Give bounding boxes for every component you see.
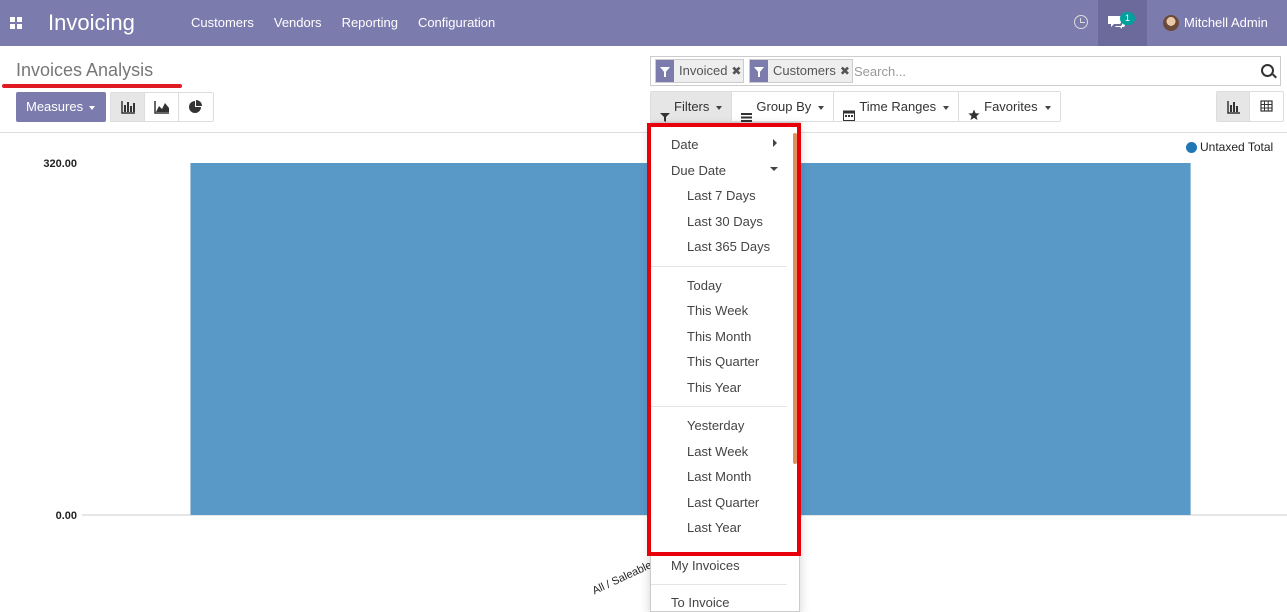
menu-customers[interactable]: Customers bbox=[181, 0, 264, 46]
measures-label: Measures bbox=[26, 99, 84, 114]
menu-reporting[interactable]: Reporting bbox=[332, 0, 408, 46]
main-menu: Customers Vendors Reporting Configuratio… bbox=[181, 0, 505, 46]
group-by-label: Group By bbox=[756, 99, 812, 114]
pivot-view-button[interactable] bbox=[1250, 92, 1283, 121]
annotation-highlight-box bbox=[647, 123, 801, 556]
search-input[interactable] bbox=[854, 61, 1234, 81]
user-menu[interactable]: Mitchell Admin bbox=[1184, 15, 1268, 30]
pie-chart-icon bbox=[189, 100, 202, 113]
bars-icon bbox=[741, 103, 753, 122]
avatar[interactable] bbox=[1163, 15, 1179, 31]
search-icon[interactable] bbox=[1261, 64, 1274, 77]
bar-chart-button[interactable] bbox=[111, 93, 145, 121]
facet-remove-icon[interactable]: ✖ bbox=[838, 60, 852, 82]
filter-icon bbox=[660, 103, 670, 122]
caret-down-icon bbox=[1044, 105, 1051, 110]
filter-icon bbox=[656, 60, 674, 82]
time-ranges-label: Time Ranges bbox=[859, 99, 937, 114]
bar-chart-icon bbox=[1227, 101, 1240, 114]
graph-view-button[interactable] bbox=[1217, 92, 1250, 121]
filter-my-invoices[interactable]: My Invoices bbox=[671, 558, 740, 573]
bar-chart-icon bbox=[121, 101, 135, 114]
line-chart-button[interactable] bbox=[145, 93, 179, 121]
area-chart-icon bbox=[154, 101, 169, 114]
app-title[interactable]: Invoicing bbox=[48, 10, 135, 36]
page-title: Invoices Analysis bbox=[16, 60, 154, 80]
dropdown-divider bbox=[651, 584, 787, 585]
pie-chart-button[interactable] bbox=[179, 93, 213, 121]
view-switcher bbox=[1216, 91, 1284, 122]
group-by-button[interactable]: Group By bbox=[732, 92, 835, 122]
chart-type-switch bbox=[110, 92, 214, 122]
search-facet-invoiced: Invoiced ✖ bbox=[655, 59, 745, 83]
activity-clock-icon[interactable] bbox=[1074, 15, 1088, 29]
search-bar: Invoiced ✖ Customers ✖ bbox=[650, 56, 1281, 86]
apps-menu-icon[interactable] bbox=[10, 17, 22, 29]
filters-button[interactable]: Filters bbox=[651, 92, 733, 122]
caret-down-icon bbox=[818, 105, 825, 110]
favorites-label: Favorites bbox=[984, 99, 1038, 114]
caret-down-icon bbox=[89, 105, 96, 110]
y-tick-label: 320.00 bbox=[43, 158, 77, 170]
star-icon bbox=[968, 102, 980, 120]
menu-vendors[interactable]: Vendors bbox=[264, 0, 332, 46]
legend-swatch bbox=[1186, 141, 1197, 153]
filters-label: Filters bbox=[674, 99, 710, 114]
messaging-button[interactable]: 1 bbox=[1098, 0, 1147, 46]
menu-configuration[interactable]: Configuration bbox=[408, 0, 505, 46]
time-ranges-button[interactable]: Time Ranges bbox=[834, 92, 960, 121]
caret-down-icon bbox=[943, 105, 950, 110]
measures-button[interactable]: Measures bbox=[16, 92, 106, 122]
search-facet-customers: Customers ✖ bbox=[749, 59, 853, 83]
filter-to-invoice[interactable]: To Invoice bbox=[671, 595, 730, 610]
top-navbar: Invoicing Customers Vendors Reporting Co… bbox=[0, 0, 1287, 46]
table-icon bbox=[1260, 100, 1273, 112]
search-options-bar: Filters Group By Time Ranges Favorites bbox=[650, 91, 1061, 122]
favorites-button[interactable]: Favorites bbox=[959, 92, 1060, 121]
filter-icon bbox=[750, 60, 768, 82]
title-annotation-underline bbox=[2, 84, 182, 88]
facet-label: Invoiced bbox=[679, 63, 728, 78]
caret-down-icon bbox=[716, 105, 723, 110]
chat-count-badge: 1 bbox=[1120, 12, 1136, 25]
calendar-icon bbox=[843, 102, 856, 121]
facet-remove-icon[interactable]: ✖ bbox=[729, 60, 743, 82]
y-tick-label: 0.00 bbox=[56, 510, 77, 522]
chart-legend[interactable]: Untaxed Total bbox=[1186, 140, 1273, 154]
facet-label: Customers bbox=[773, 63, 836, 78]
bar-chart: 0.00320.00All / Saleable / Office bbox=[43, 158, 1287, 597]
legend-label: Untaxed Total bbox=[1200, 140, 1274, 154]
